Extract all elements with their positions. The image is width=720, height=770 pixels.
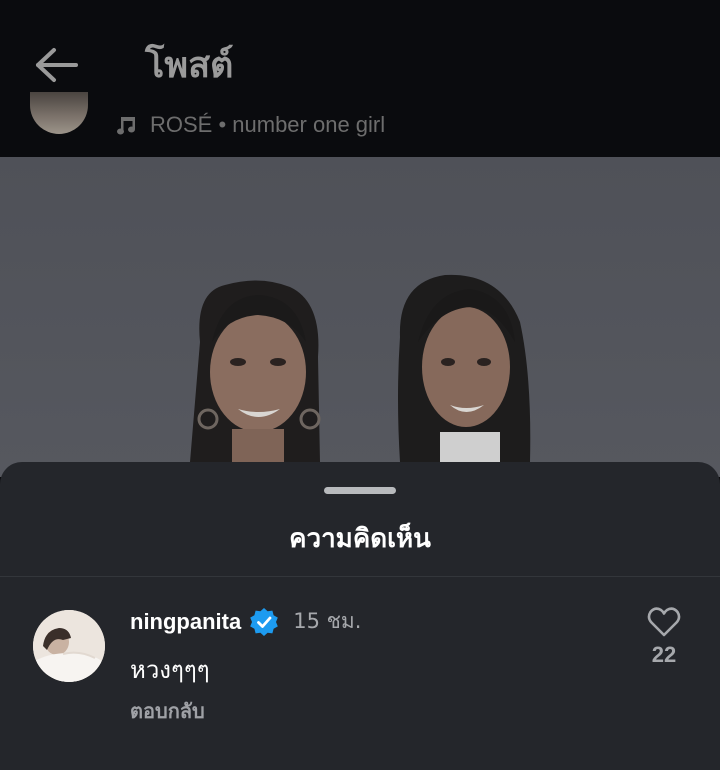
verified-badge-icon [249, 607, 279, 637]
top-bar: โพสต์ ROSÉ • number one girl [0, 0, 720, 157]
comment-username[interactable]: ningpanita [130, 609, 241, 635]
back-button[interactable] [28, 40, 84, 90]
comment-text: หวงๆๆๆ [130, 656, 210, 684]
comment-header: ningpanita 15 ชม. [130, 605, 361, 638]
music-label[interactable]: ROSÉ • number one girl [116, 112, 385, 138]
comment-time: 15 ชม. [293, 609, 362, 633]
page-title: โพสต์ [145, 45, 234, 86]
music-text: ROSÉ • number one girl [150, 112, 386, 137]
commenter-avatar[interactable] [33, 610, 105, 682]
comment-item: ningpanita 15 ชม. หวงๆๆๆ ตอบกลับ 22 [0, 602, 720, 732]
arrow-left-icon [36, 48, 78, 82]
post-image[interactable] [0, 157, 720, 477]
reply-button[interactable]: ตอบกลับ [130, 695, 205, 727]
divider [0, 576, 720, 577]
post-author-avatar[interactable] [30, 92, 88, 134]
like-count: 22 [651, 642, 677, 667]
music-note-icon [116, 114, 138, 136]
person-right [398, 274, 531, 472]
person-left [190, 280, 321, 469]
like-button[interactable] [644, 602, 684, 642]
comments-title: ความคิดเห็น [289, 524, 431, 554]
drag-handle[interactable] [324, 487, 396, 494]
heart-icon [647, 607, 681, 637]
comments-sheet: ความคิดเห็น ningpanita 15 ชม. หวงๆๆๆ ตอบ [0, 462, 720, 770]
post-photo-illustration [190, 274, 531, 472]
